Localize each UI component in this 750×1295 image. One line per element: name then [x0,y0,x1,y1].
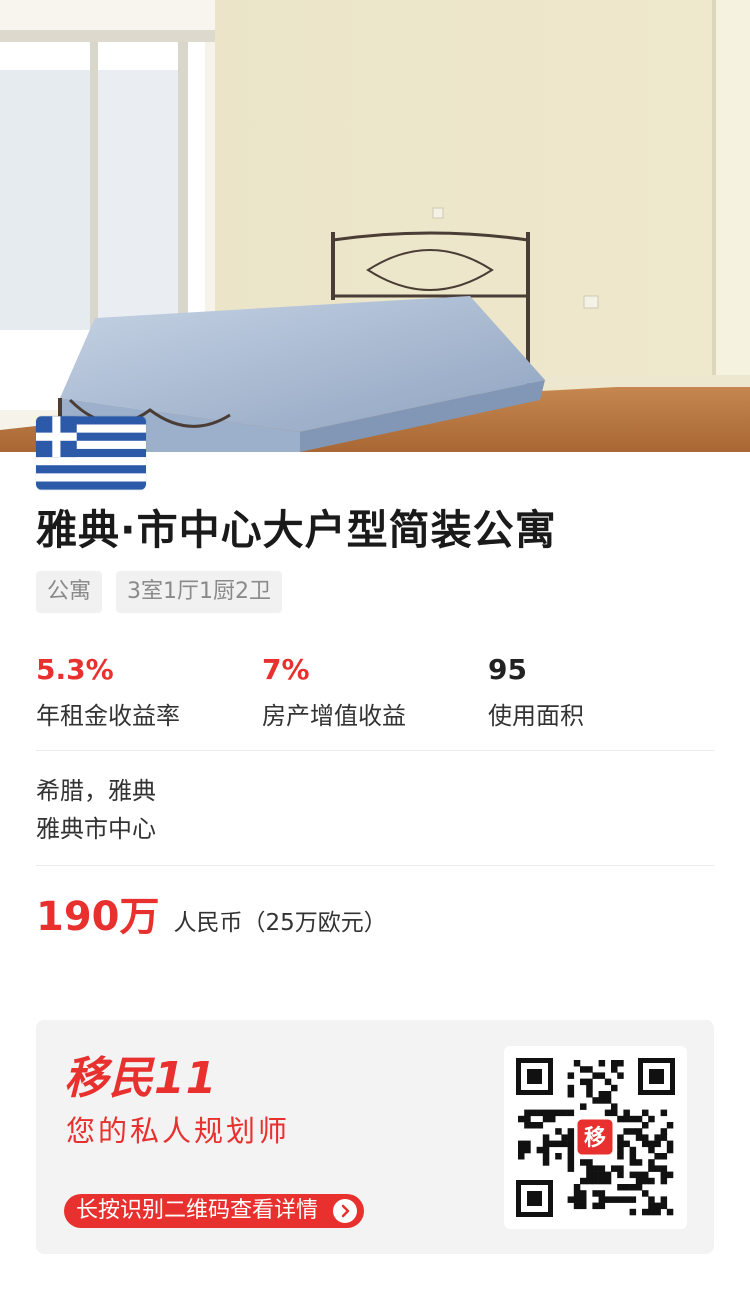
hero-photo [0,0,750,452]
divider [36,750,714,751]
stat-rental-yield: 5.3% 年租金收益率 [36,650,180,731]
stat-appreciation: 7% 房产增值收益 [262,650,406,731]
listing-title: 雅典·市中心大户型简装公寓 [36,506,557,554]
stat-label: 房产增值收益 [262,702,406,730]
tag-layout: 3室1厅1厨2卫 [116,571,283,613]
stat-label: 年租金收益率 [36,702,180,730]
greece-flag-icon [36,416,146,490]
tag-list: 公寓 3室1厅1厨2卫 [36,571,283,613]
stat-value: 5.3% [36,653,114,686]
cta-label: 长按识别二维码查看详情 [76,1198,319,1223]
location-country-city: 希腊，雅典 [36,777,156,805]
stat-area: 95 使用面积 [488,650,584,731]
chevron-right-icon [333,1199,358,1223]
price-amount: 190万 [36,894,160,940]
divider [36,865,714,866]
stat-label: 使用面积 [488,702,584,730]
location: 希腊，雅典 雅典市中心 [36,772,156,848]
stat-value: 7% [262,653,310,686]
brand-slogan: 您的私人规划师 [66,1114,291,1148]
brand-logo: 移民11 [64,1053,218,1104]
price: 190万 人民币（25万欧元） [36,884,387,942]
stat-value: 95 [488,653,527,686]
tag-property-type: 公寓 [36,571,103,613]
qr-code[interactable]: 移 [504,1046,687,1229]
location-district: 雅典市中心 [36,815,156,843]
stats-row: 5.3% 年租金收益率 7% 房产增值收益 95 使用面积 [36,650,714,734]
qr-cta-button[interactable]: 长按识别二维码查看详情 [64,1194,365,1228]
qr-badge: 移 [584,1125,606,1151]
price-unit: 人民币（25万欧元） [173,910,387,936]
promo-card: 移民11 您的私人规划师 长按识别二维码查看详情 移 [36,1020,714,1254]
